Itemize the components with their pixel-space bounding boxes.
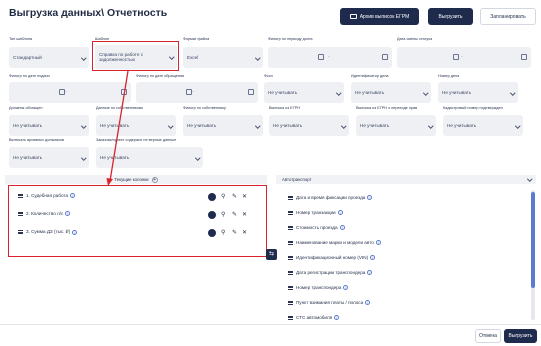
scrollbar-track[interactable] [531,190,535,320]
list-item[interactable]: Идентификационный номер (VIN) i [288,255,376,260]
info-icon[interactable]: i [367,270,373,275]
info-icon[interactable]: i [365,300,371,305]
info-icon[interactable]: i [343,285,349,290]
swap-icon[interactable]: ⇆ [266,249,277,260]
list-item[interactable]: Пункт взимания платы / полоса i [288,300,371,305]
list-item-label: Дата регистрации транспондера [296,270,366,275]
list-item-label: Наименование марки и модели авто [296,240,374,245]
info-icon[interactable]: i [375,240,381,245]
drag-handle-icon[interactable] [288,210,293,215]
scrollbar-thumb[interactable] [531,192,535,288]
list-item[interactable]: Номер транзакции i [288,210,343,215]
list-item-label: Дата и время фиксации проезда [296,195,366,200]
drag-handle-icon[interactable] [288,270,293,275]
list-item-label: Пункт взимания платы / полоса [296,300,364,305]
info-icon[interactable]: i [367,195,373,200]
list-item[interactable]: СТС автомобиля i [288,315,340,320]
drag-handle-icon[interactable] [288,225,293,230]
info-icon[interactable]: i [337,210,343,215]
footer-export-button[interactable]: Выгрузить [504,329,537,343]
info-icon[interactable]: i [370,255,376,260]
list-item[interactable]: Дата и время фиксации проезда i [288,195,373,200]
info-icon[interactable]: i [339,225,345,230]
list-item[interactable]: Номер транспондера i [288,285,349,290]
list-item-label: Номер транспондера [296,285,342,290]
drag-handle-icon[interactable] [288,240,293,245]
list-item[interactable]: Наименование марки и модели авто i [288,240,381,245]
list-item-label: Стоимость проезда [296,225,338,230]
list-item-label: Идентификационный номер (VIN) [296,255,369,260]
drag-handle-icon[interactable] [288,315,293,320]
annotation-arrow [106,70,129,186]
cancel-button[interactable]: Отмена [475,329,501,343]
list-item[interactable]: Дата регистрации транспондера i [288,270,373,275]
info-icon[interactable]: i [334,315,340,320]
list-item-label: Номер транзакции [296,210,336,215]
drag-handle-icon[interactable] [288,285,293,290]
drag-handle-icon[interactable] [288,255,293,260]
drag-handle-icon[interactable] [288,300,293,305]
list-item-label: СТС автомобиля [296,315,333,320]
footer-divider [0,324,541,325]
list-item[interactable]: Стоимость проезда i [288,225,345,230]
drag-handle-icon[interactable] [288,195,293,200]
